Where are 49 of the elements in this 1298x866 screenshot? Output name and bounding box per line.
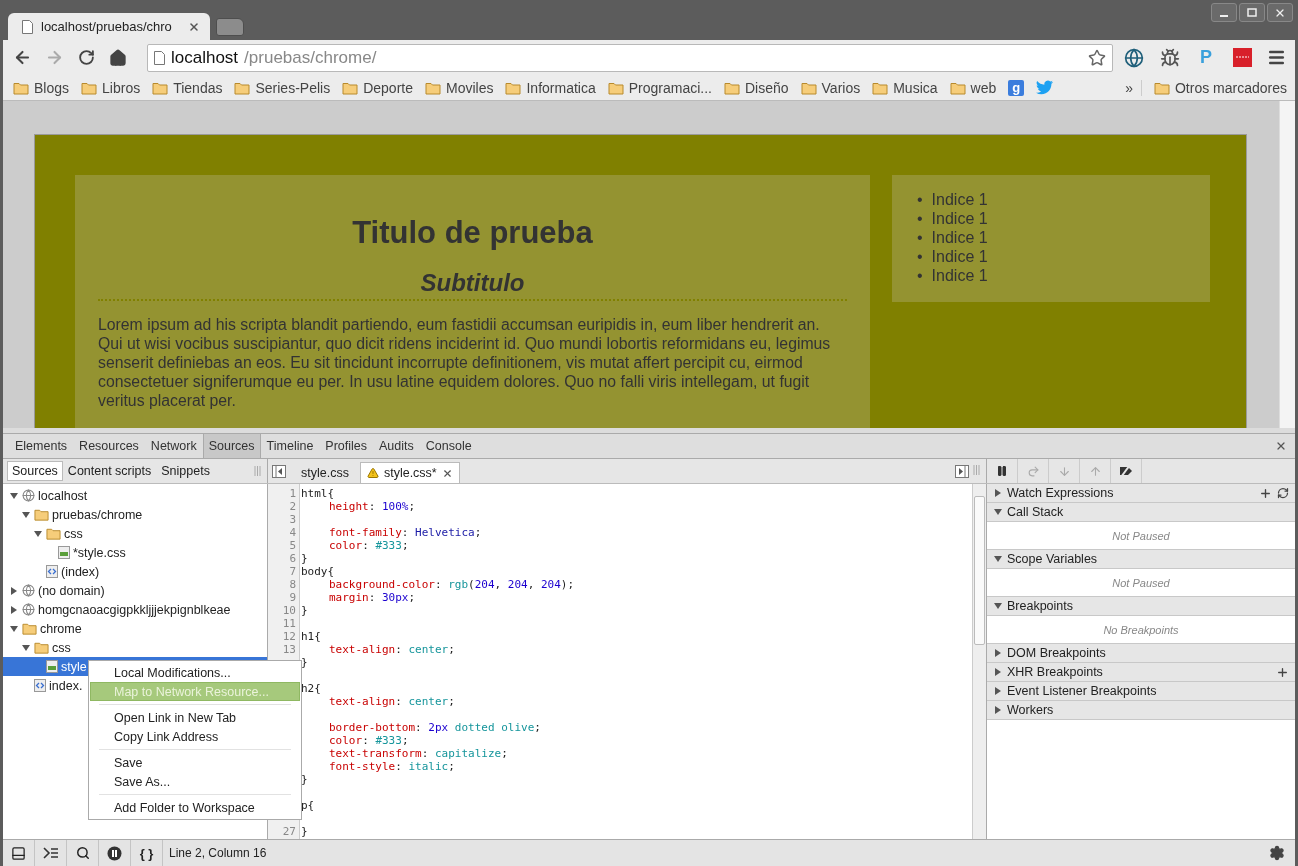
bullet: • xyxy=(917,209,923,228)
index-item: Indice 1 xyxy=(931,209,988,228)
cursor-position: Line 2, Column 16 xyxy=(168,846,267,860)
code-line: height: 100%; xyxy=(328,500,416,513)
index-item: Indice 1 xyxy=(931,228,988,247)
code-line: html{ xyxy=(301,487,335,500)
index-item: Indice 1 xyxy=(931,247,988,266)
code-line: border-bottom: 2px dotted olive; xyxy=(328,721,541,734)
code-line: text-transform: capitalize; xyxy=(328,747,508,760)
line-number: 7 xyxy=(289,565,296,578)
code-line: background-color: rgb(204, 204, 204); xyxy=(328,578,575,591)
bullet: • xyxy=(917,247,923,266)
line-number: 11 xyxy=(282,617,296,630)
line-number: 2 xyxy=(289,500,296,513)
code-line: margin: 30px; xyxy=(328,591,416,604)
code-line: p{ xyxy=(301,799,315,812)
code-line: } xyxy=(301,552,308,565)
code-line: color: #333; xyxy=(328,734,409,747)
line-number: 1 xyxy=(289,487,296,500)
line-number: 8 xyxy=(289,578,296,591)
code-line: h1{ xyxy=(301,630,321,643)
bullet: • xyxy=(917,266,923,285)
code-line: } xyxy=(301,604,308,617)
index-item: Indice 1 xyxy=(931,190,988,209)
code-line: font-family: Helvetica; xyxy=(328,526,482,539)
code-line: } xyxy=(301,773,308,786)
line-number: 4 xyxy=(289,526,296,539)
line-number: 27 xyxy=(282,825,296,838)
line-number: 12 xyxy=(282,630,296,643)
line-number: 13 xyxy=(282,643,296,656)
code-line: body{ xyxy=(301,565,335,578)
line-number: 6 xyxy=(289,552,296,565)
index-item: Indice 1 xyxy=(931,266,988,285)
bullet: • xyxy=(917,190,923,209)
page-title: Titulo de prueba xyxy=(351,215,594,251)
code-line: text-align: center; xyxy=(328,643,455,656)
line-number: 5 xyxy=(289,539,296,552)
line-number: 10 xyxy=(282,604,296,617)
code-line: text-align: center; xyxy=(328,695,455,708)
page-subtitle: Subtitulo xyxy=(98,269,847,301)
line-number: 9 xyxy=(289,591,296,604)
paragraph: Lorem ipsum ad his scripta blandit partiendo, eum fastidii accumsan euripidis in, eum liber hendrerit an. Qui ut wisi vocibus suscipiantur, quo dicit ridens inciderint id. Quo mundi lobortis reformidans eu, legimus senserit definiebas an eos. Eu sit tincidunt incorrupte definitionem, vis mutat affert percipit cu, eirmod consectetuer signiferumque eu per. In usu latine equidem dolores. Quo no falli viris intellegam, ut fugit veritus placerat per. xyxy=(98,315,832,410)
bullet: • xyxy=(917,228,923,247)
code-line: color: #333; xyxy=(328,539,409,552)
code-line: } xyxy=(301,656,308,669)
line-number: 3 xyxy=(289,513,296,526)
code-line: font-style: italic; xyxy=(328,760,455,773)
code-line: h2{ xyxy=(301,682,321,695)
code-line: } xyxy=(301,825,308,838)
